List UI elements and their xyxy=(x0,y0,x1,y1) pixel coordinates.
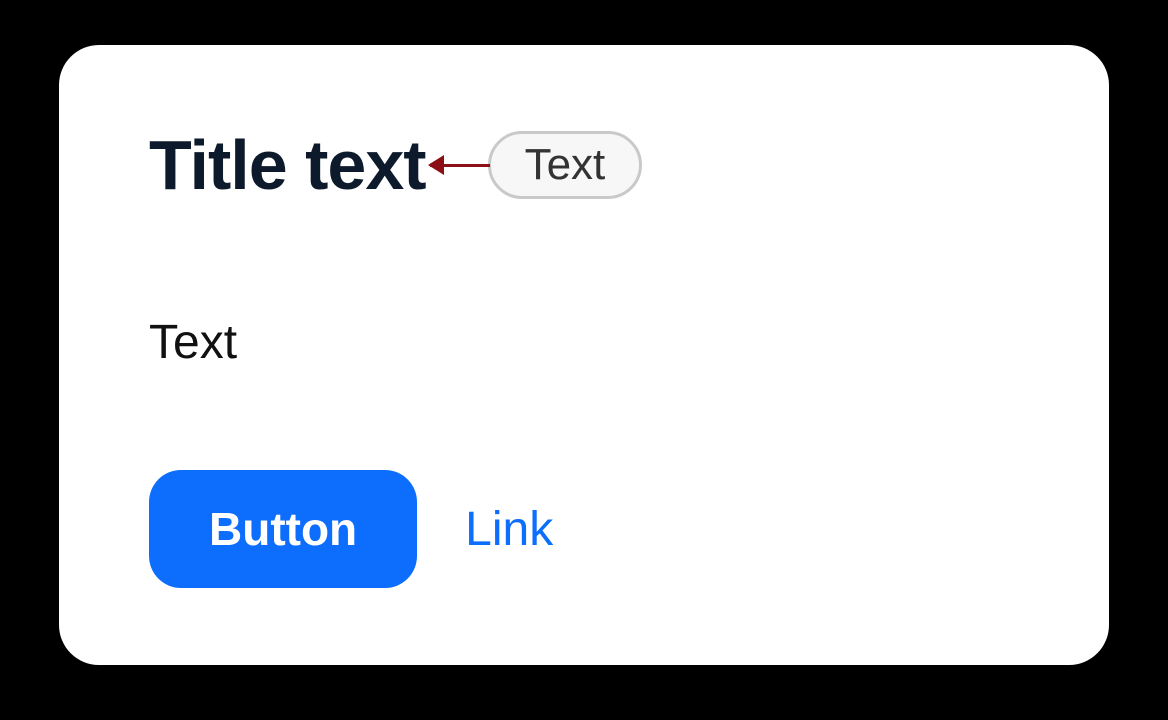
title-row: Title text Text xyxy=(149,125,1019,205)
annotation-arrow-icon xyxy=(430,164,490,167)
secondary-link[interactable]: Link xyxy=(465,502,553,557)
annotation-pill: Text xyxy=(488,131,643,199)
primary-button[interactable]: Button xyxy=(149,470,417,588)
card-actions: Button Link xyxy=(149,470,1019,588)
card-body-text: Text xyxy=(149,315,1019,370)
demo-card: Title text Text Text Button Link xyxy=(59,45,1109,665)
card-title: Title text xyxy=(149,125,426,205)
